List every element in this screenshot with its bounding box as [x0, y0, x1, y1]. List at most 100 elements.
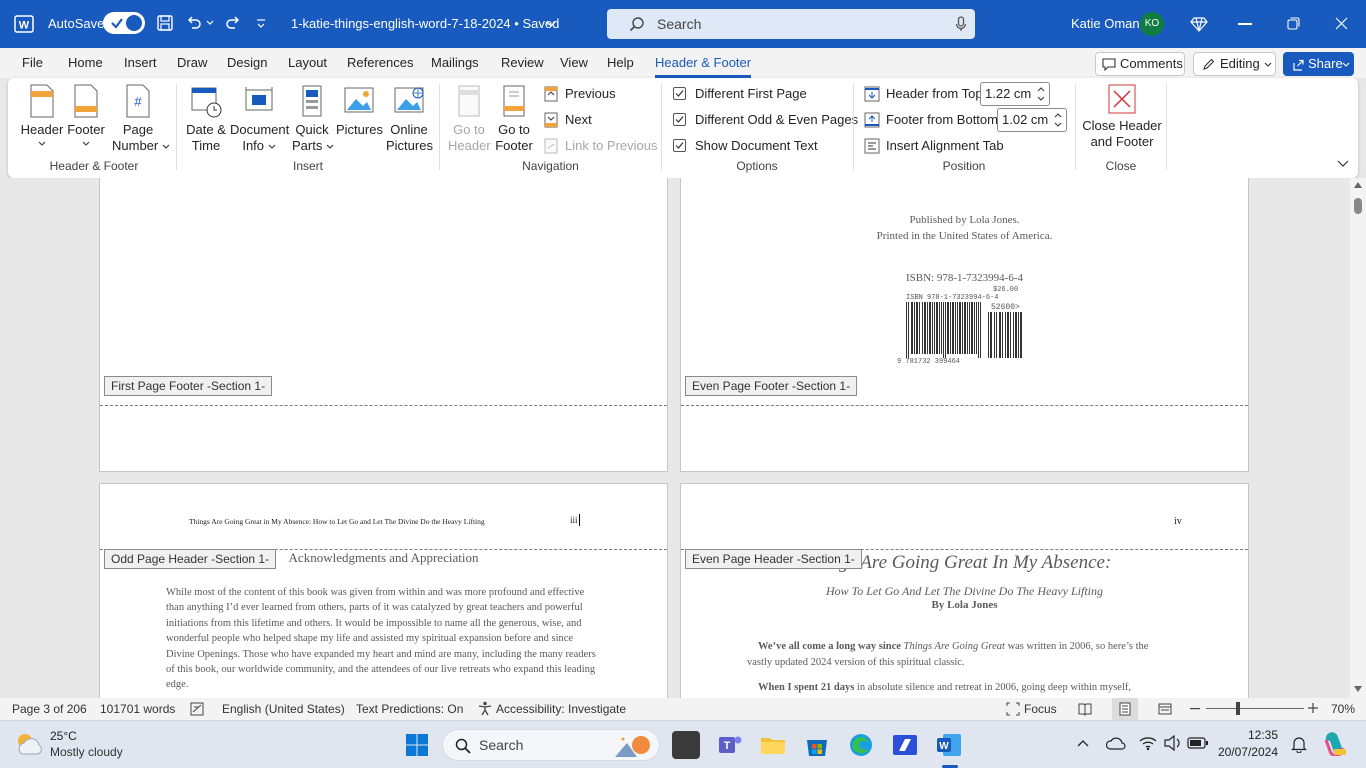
- document-info-button[interactable]: Document Info: [230, 84, 289, 154]
- taskbar-date[interactable]: 20/07/2024: [1210, 745, 1278, 759]
- header-page-number[interactable]: iii: [570, 515, 578, 525]
- scrollbar-thumb[interactable]: [1354, 198, 1362, 214]
- share-button[interactable]: Share: [1283, 52, 1354, 76]
- spinner-arrows-icon[interactable]: [1037, 86, 1045, 102]
- taskbar-clock[interactable]: 12:35: [1226, 728, 1278, 742]
- go-to-header-button[interactable]: Go to Header: [448, 84, 491, 154]
- text-predictions[interactable]: Text Predictions: On: [356, 698, 463, 720]
- user-name[interactable]: Katie Oman: [1071, 0, 1140, 48]
- customize-toolbar-icon[interactable]: [256, 17, 266, 29]
- zoom-in-icon[interactable]: [1308, 703, 1318, 713]
- tab-references[interactable]: References: [347, 48, 413, 78]
- tab-mailings[interactable]: Mailings: [431, 48, 479, 78]
- show-hidden-icons-icon[interactable]: [1077, 739, 1089, 747]
- file-explorer-icon[interactable]: [759, 731, 787, 759]
- minimize-icon[interactable]: [1238, 23, 1252, 25]
- even-page-footer-tag[interactable]: Even Page Footer -Section 1-: [685, 376, 858, 396]
- page-introduction[interactable]: iv gs Are Going Great In My Absence: Eve…: [680, 483, 1249, 698]
- taskbar-search[interactable]: Search: [442, 729, 660, 761]
- tab-review[interactable]: Review: [501, 48, 544, 78]
- scroll-down-icon[interactable]: [1354, 686, 1362, 692]
- zoom-slider-thumb[interactable]: [1236, 702, 1240, 715]
- edge-browser-icon[interactable]: [847, 731, 875, 759]
- spinner-arrows-icon[interactable]: [1054, 112, 1062, 128]
- redo-icon[interactable]: [224, 14, 242, 32]
- close-header-footer-button[interactable]: Close Header and Footer: [1082, 84, 1162, 150]
- tab-file[interactable]: File: [22, 48, 43, 78]
- weather-temperature[interactable]: 25°C: [50, 729, 77, 743]
- editing-mode-button[interactable]: Editing: [1193, 52, 1276, 76]
- teams-icon[interactable]: T: [716, 731, 744, 759]
- page-acknowledgments[interactable]: Things Are Going Great in My Absence: Ho…: [99, 483, 668, 698]
- header-page-number[interactable]: iv: [1174, 516, 1182, 527]
- tab-design[interactable]: Design: [227, 48, 267, 78]
- tab-draw[interactable]: Draw: [177, 48, 207, 78]
- print-layout-view-button[interactable]: [1112, 698, 1138, 720]
- microsoft-store-icon[interactable]: [803, 731, 831, 759]
- accessibility-status[interactable]: Accessibility: Investigate: [496, 698, 626, 720]
- vertical-scrollbar[interactable]: [1350, 178, 1366, 698]
- windows-start-icon[interactable]: [405, 733, 429, 757]
- proofing-icon[interactable]: [190, 702, 204, 716]
- read-mode-icon[interactable]: [1078, 702, 1092, 716]
- online-pictures-button[interactable]: Online Pictures: [386, 84, 433, 154]
- date-time-button[interactable]: Date & Time: [184, 84, 228, 154]
- pictures-button[interactable]: Pictures: [336, 84, 383, 138]
- focus-mode[interactable]: Focus: [1024, 698, 1057, 720]
- word-taskbar-icon[interactable]: W: [935, 731, 963, 759]
- even-page-header-tag[interactable]: Even Page Header -Section 1-: [685, 549, 862, 569]
- zoom-slider[interactable]: [1206, 708, 1304, 709]
- first-page-footer-tag[interactable]: First Page Footer -Section 1-: [104, 376, 273, 396]
- next-button[interactable]: Next: [543, 109, 643, 131]
- battery-icon[interactable]: [1187, 736, 1209, 750]
- web-layout-icon[interactable]: [1158, 702, 1172, 716]
- footer-button[interactable]: Footer: [66, 84, 106, 152]
- running-header[interactable]: Things Are Going Great in My Absence: Ho…: [189, 517, 485, 526]
- page-first[interactable]: First Page Footer -Section 1-: [99, 178, 668, 472]
- previous-button[interactable]: Previous: [543, 83, 643, 105]
- comments-button[interactable]: Comments: [1095, 52, 1185, 76]
- tab-home[interactable]: Home: [68, 48, 103, 78]
- focus-icon[interactable]: [1006, 702, 1020, 716]
- autosave-toggle[interactable]: [103, 12, 145, 34]
- power-automate-icon[interactable]: [891, 731, 919, 759]
- collapse-ribbon-icon[interactable]: [1337, 159, 1349, 169]
- page-number-button[interactable]: # Page Number: [112, 84, 170, 154]
- different-odd-even-checkbox[interactable]: Different Odd & Even Pages: [673, 109, 858, 131]
- header-button[interactable]: Header: [20, 84, 64, 152]
- weather-condition[interactable]: Mostly cloudy: [50, 745, 123, 759]
- task-view-icon[interactable]: [672, 731, 700, 759]
- show-document-text-checkbox[interactable]: Show Document Text: [673, 135, 853, 157]
- avatar[interactable]: KO: [1140, 12, 1164, 36]
- wifi-icon[interactable]: [1139, 735, 1157, 751]
- quick-parts-button[interactable]: Quick Parts: [292, 84, 334, 154]
- copilot-icon[interactable]: [1322, 732, 1346, 756]
- close-window-icon[interactable]: [1335, 17, 1348, 30]
- header-from-top-input[interactable]: 1.22 cm: [980, 82, 1050, 106]
- word-count[interactable]: 101701 words: [100, 698, 175, 720]
- tab-insert[interactable]: Insert: [124, 48, 157, 78]
- title-dropdown-icon[interactable]: [546, 20, 556, 28]
- zoom-level[interactable]: 70%: [1331, 698, 1355, 720]
- page-count[interactable]: Page 3 of 206: [12, 698, 87, 720]
- tab-layout[interactable]: Layout: [288, 48, 327, 78]
- link-to-previous-button[interactable]: Link to Previous: [543, 135, 663, 157]
- restore-icon[interactable]: [1287, 17, 1300, 30]
- save-icon[interactable]: [156, 14, 174, 32]
- onedrive-icon[interactable]: [1106, 735, 1126, 753]
- tab-view[interactable]: View: [560, 48, 588, 78]
- document-canvas[interactable]: First Page Footer -Section 1- Published …: [0, 178, 1350, 698]
- undo-icon[interactable]: [185, 14, 203, 32]
- go-to-footer-button[interactable]: Go to Footer: [492, 84, 536, 154]
- tab-help[interactable]: Help: [607, 48, 634, 78]
- undo-dropdown-icon[interactable]: [206, 20, 214, 26]
- weather-cloud-icon[interactable]: [14, 730, 44, 758]
- footer-from-bottom-input[interactable]: 1.02 cm: [997, 108, 1067, 132]
- volume-icon[interactable]: [1164, 735, 1182, 751]
- diamond-icon[interactable]: [1190, 15, 1208, 33]
- insert-alignment-tab-button[interactable]: Insert Alignment Tab: [864, 135, 1024, 157]
- search-box[interactable]: Search: [607, 9, 975, 39]
- scroll-up-icon[interactable]: [1354, 182, 1362, 188]
- document-title[interactable]: 1-katie-things-english-word-7-18-2024 • …: [291, 0, 559, 48]
- accessibility-icon[interactable]: [478, 701, 492, 716]
